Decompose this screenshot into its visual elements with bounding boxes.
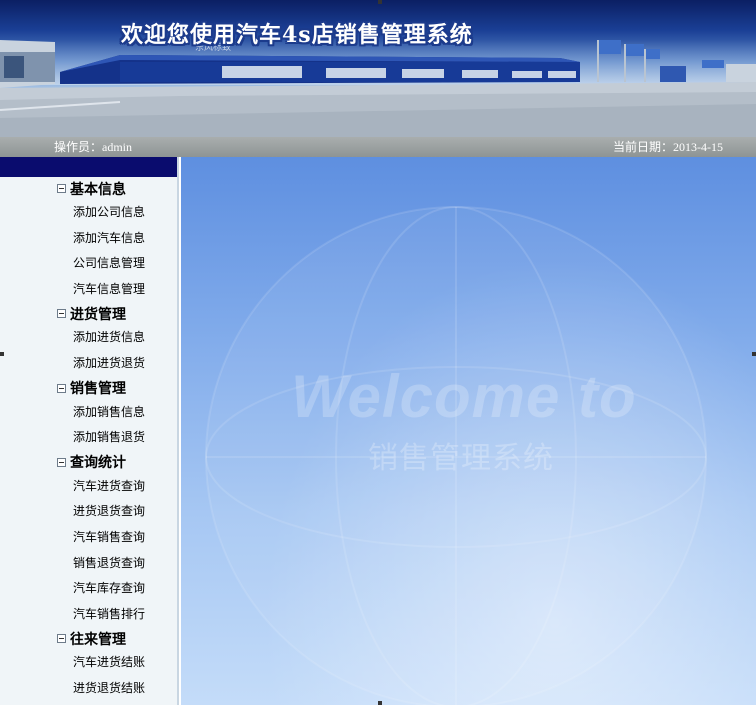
menu-item-sales-return-query[interactable]: 销售退货查询 bbox=[0, 551, 177, 577]
menu-item-purchase-query[interactable]: 汽车进货查询 bbox=[0, 474, 177, 500]
header-banner: 东风标致 欢迎您使用汽车4s店销售管理系统 bbox=[0, 0, 756, 137]
menu-group-title: 进货管理 bbox=[70, 306, 126, 323]
menu-item-sales-query[interactable]: 汽车销售查询 bbox=[0, 525, 177, 551]
menu-group-title: 查询统计 bbox=[70, 455, 126, 472]
menu-item-add-sale[interactable]: 添加销售信息 bbox=[0, 400, 177, 426]
collapse-box-icon[interactable] bbox=[57, 383, 66, 393]
menu-item-add-sale-return[interactable]: 添加销售退货 bbox=[0, 425, 177, 451]
menu-group-basic-info[interactable]: 基本信息 bbox=[0, 177, 177, 200]
sidebar-header bbox=[0, 157, 177, 177]
welcome-text: Welcome to bbox=[291, 363, 637, 430]
system-title: 欢迎您使用汽车4s店销售管理系统 bbox=[121, 22, 473, 48]
menu-item-add-purchase-return[interactable]: 添加进货退货 bbox=[0, 351, 177, 377]
menu-group-title: 往来管理 bbox=[70, 631, 126, 648]
current-date-label: 当前日期：2013-4-15 bbox=[613, 140, 723, 154]
welcome-subtitle: 销售管理系统 bbox=[368, 441, 554, 476]
menu-item-purchase-settle[interactable]: 汽车进货结账 bbox=[0, 650, 177, 676]
menu-group-purchase[interactable]: 进货管理 bbox=[0, 302, 177, 325]
collapse-box-icon[interactable] bbox=[57, 457, 66, 467]
collapse-box-icon[interactable] bbox=[57, 634, 66, 644]
resize-handle[interactable] bbox=[752, 352, 756, 356]
resize-handle[interactable] bbox=[378, 701, 382, 705]
menu-item-add-car[interactable]: 添加汽车信息 bbox=[0, 226, 177, 252]
sidebar-menu: 基本信息 添加公司信息 添加汽车信息 公司信息管理 汽车信息管理 进货管理 添加… bbox=[0, 157, 179, 705]
collapse-box-icon[interactable] bbox=[57, 184, 66, 193]
menu-item-add-company[interactable]: 添加公司信息 bbox=[0, 200, 177, 226]
collapse-box-icon[interactable] bbox=[57, 309, 66, 319]
menu-group-title: 基本信息 bbox=[70, 181, 126, 198]
resize-handle[interactable] bbox=[0, 352, 4, 356]
menu-item-purchase-return-settle[interactable]: 进货退货结账 bbox=[0, 676, 177, 702]
resize-handle[interactable] bbox=[378, 0, 382, 4]
menu-tree: 基本信息 添加公司信息 添加汽车信息 公司信息管理 汽车信息管理 进货管理 添加… bbox=[0, 177, 177, 702]
menu-group-accounts[interactable]: 往来管理 bbox=[0, 627, 177, 650]
menu-item-stock-query[interactable]: 汽车库存查询 bbox=[0, 576, 177, 602]
welcome-panel: Welcome to 销售管理系统 bbox=[181, 157, 756, 705]
menu-item-add-purchase[interactable]: 添加进货信息 bbox=[0, 325, 177, 351]
menu-item-car-manage[interactable]: 汽车信息管理 bbox=[0, 277, 177, 303]
menu-group-query-stats[interactable]: 查询统计 bbox=[0, 451, 177, 474]
operator-label: 操作员：admin bbox=[54, 140, 132, 154]
menu-item-sales-ranking[interactable]: 汽车销售排行 bbox=[0, 602, 177, 628]
menu-item-company-manage[interactable]: 公司信息管理 bbox=[0, 251, 177, 277]
menu-item-purchase-return-query[interactable]: 进货退货查询 bbox=[0, 499, 177, 525]
menu-group-title: 销售管理 bbox=[70, 381, 126, 398]
menu-group-sales[interactable]: 销售管理 bbox=[0, 377, 177, 400]
info-bar: 操作员：admin 当前日期：2013-4-15 bbox=[0, 137, 756, 157]
